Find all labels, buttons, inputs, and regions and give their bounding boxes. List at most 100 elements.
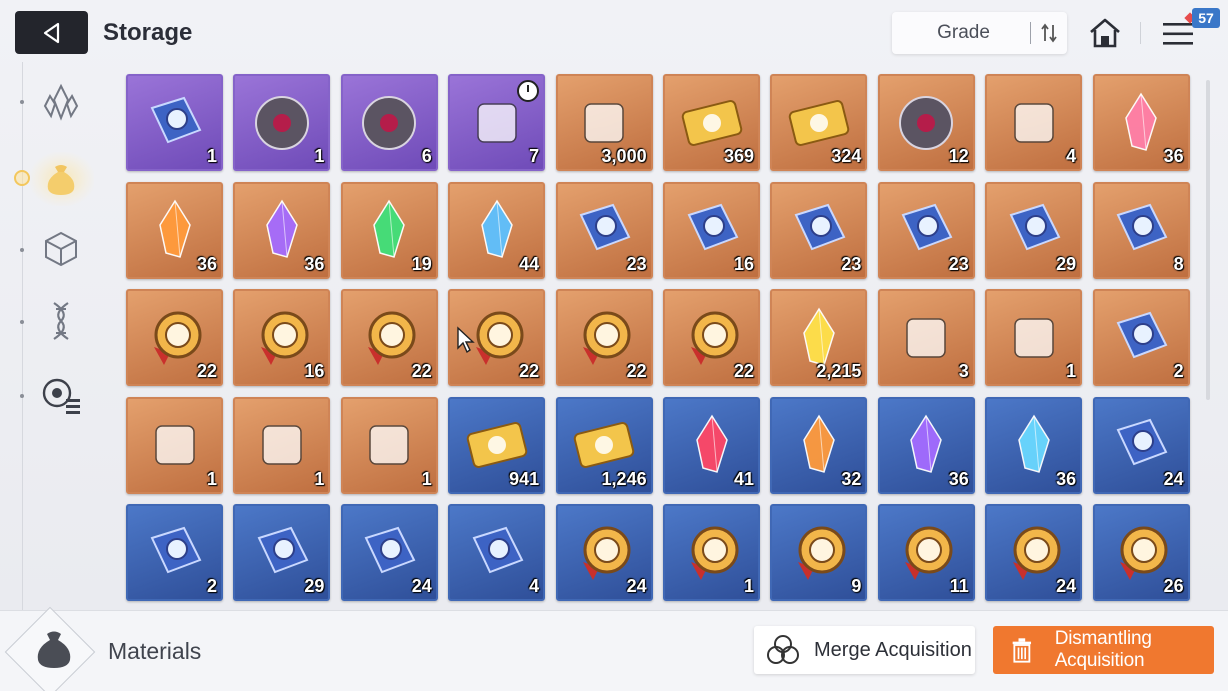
divider <box>1140 22 1141 44</box>
item-quantity: 24 <box>626 576 647 596</box>
item-quantity: 24 <box>1163 468 1184 489</box>
merge-acquisition-button[interactable]: Merge Acquisition <box>754 626 975 674</box>
item-slot[interactable]: 1 <box>233 74 331 171</box>
item-slot[interactable]: 2 <box>126 504 223 601</box>
item-slot[interactable]: 29 <box>233 504 331 601</box>
merge-icon <box>767 635 799 664</box>
item-quantity: 7 <box>529 146 540 166</box>
sidebar-item-cubes[interactable] <box>38 226 84 272</box>
item-quantity: 36 <box>948 468 969 489</box>
item-quantity: 1 <box>206 468 217 489</box>
sidebar-item-crystals[interactable] <box>38 80 84 126</box>
item-slot[interactable]: 26 <box>1092 504 1190 601</box>
item-quantity: 8 <box>1173 253 1184 274</box>
item-quantity: 324 <box>831 146 862 166</box>
item-quantity: 22 <box>196 361 217 381</box>
sort-grade-dropdown[interactable]: Grade <box>892 12 1067 54</box>
item-quantity: 26 <box>1163 576 1184 596</box>
item-quantity: 369 <box>723 146 754 166</box>
item-slot[interactable]: 16 <box>233 289 331 386</box>
item-slot[interactable]: 19 <box>340 181 438 279</box>
item-quantity: 1 <box>743 576 754 596</box>
item-slot[interactable]: 9 <box>770 504 868 601</box>
item-quantity: 1 <box>206 146 217 166</box>
item-slot[interactable]: 36 <box>1092 74 1190 171</box>
item-slot[interactable]: 1 <box>233 396 331 494</box>
item-slot[interactable]: 29 <box>985 181 1083 279</box>
item-slot[interactable]: 36 <box>126 181 223 279</box>
item-slot[interactable]: 3,000 <box>555 74 653 171</box>
merge-acquisition-label: Merge Acquisition <box>814 638 972 661</box>
item-slot[interactable]: 1,246 <box>555 396 653 494</box>
item-slot[interactable]: 324 <box>770 74 868 171</box>
item-quantity: 24 <box>1056 576 1077 596</box>
item-quantity: 23 <box>626 253 647 274</box>
item-slot[interactable]: 36 <box>877 396 975 494</box>
item-quantity: 32 <box>841 468 862 489</box>
item-quantity: 4 <box>1066 146 1077 166</box>
item-slot[interactable]: 369 <box>663 74 760 171</box>
item-quantity: 41 <box>733 468 754 489</box>
item-slot[interactable]: 6 <box>340 74 438 171</box>
item-slot[interactable]: 1 <box>663 504 760 601</box>
item-slot[interactable]: 22 <box>126 289 223 386</box>
item-slot[interactable]: 22 <box>663 289 760 386</box>
item-quantity: 6 <box>421 146 432 166</box>
item-quantity: 941 <box>509 468 540 489</box>
sidebar-item-targets[interactable] <box>38 372 84 418</box>
item-slot[interactable]: 7 <box>448 74 546 171</box>
item-quantity: 36 <box>304 253 325 274</box>
item-slot[interactable]: 8 <box>1092 181 1190 279</box>
item-slot[interactable]: 22 <box>555 289 653 386</box>
item-slot[interactable]: 23 <box>555 181 653 279</box>
back-button[interactable] <box>15 11 88 54</box>
mouse-cursor-icon <box>457 326 475 354</box>
item-quantity: 24 <box>411 576 432 596</box>
item-quantity: 16 <box>304 361 325 381</box>
item-slot[interactable]: 23 <box>770 181 868 279</box>
item-slot[interactable]: 12 <box>877 74 975 171</box>
item-slot[interactable]: 4 <box>985 74 1083 171</box>
item-quantity: 16 <box>733 253 754 274</box>
item-slot[interactable]: 36 <box>233 181 331 279</box>
cube-icon <box>45 231 77 267</box>
item-slot[interactable]: 1 <box>126 74 223 171</box>
dismantling-acquisition-button[interactable]: Dismantling Acquisition <box>993 626 1214 674</box>
item-quantity: 3,000 <box>601 146 647 166</box>
item-quantity: 29 <box>1056 253 1077 274</box>
item-slot[interactable]: 24 <box>1092 396 1190 494</box>
item-quantity: 1 <box>1066 361 1077 381</box>
item-slot[interactable]: 36 <box>985 396 1083 494</box>
item-slot[interactable]: 11 <box>877 504 975 601</box>
item-slot[interactable]: 1 <box>126 396 223 494</box>
scrollbar[interactable] <box>1206 80 1210 400</box>
item-slot[interactable]: 32 <box>770 396 868 494</box>
item-slot[interactable]: 16 <box>663 181 760 279</box>
item-slot[interactable]: 1 <box>340 396 438 494</box>
item-slot[interactable]: 41 <box>663 396 760 494</box>
item-slot[interactable]: 941 <box>448 396 546 494</box>
item-quantity: 22 <box>519 361 540 381</box>
item-quantity: 4 <box>529 576 540 596</box>
item-quantity: 36 <box>1163 146 1184 166</box>
item-slot[interactable]: 23 <box>877 181 975 279</box>
item-slot[interactable]: 22 <box>340 289 438 386</box>
item-quantity: 11 <box>949 576 969 596</box>
item-slot[interactable]: 44 <box>448 181 546 279</box>
sort-order-icon[interactable] <box>1031 23 1067 43</box>
item-slot[interactable]: 2,215 <box>770 289 868 386</box>
item-slot[interactable]: 24 <box>340 504 438 601</box>
sidebar-dot <box>20 100 24 104</box>
item-quantity: 19 <box>411 253 432 274</box>
item-slot[interactable]: 2 <box>1092 289 1190 386</box>
item-quantity: 23 <box>841 253 862 274</box>
sidebar-item-materials[interactable] <box>38 156 84 202</box>
item-slot[interactable]: 4 <box>448 504 546 601</box>
home-button[interactable] <box>1086 14 1124 52</box>
item-slot[interactable]: 24 <box>985 504 1083 601</box>
item-slot[interactable]: 1 <box>985 289 1083 386</box>
sidebar-item-genes[interactable] <box>38 298 84 344</box>
item-slot[interactable]: 3 <box>877 289 975 386</box>
item-slot[interactable]: 24 <box>555 504 653 601</box>
sidebar-active-indicator <box>14 170 30 186</box>
